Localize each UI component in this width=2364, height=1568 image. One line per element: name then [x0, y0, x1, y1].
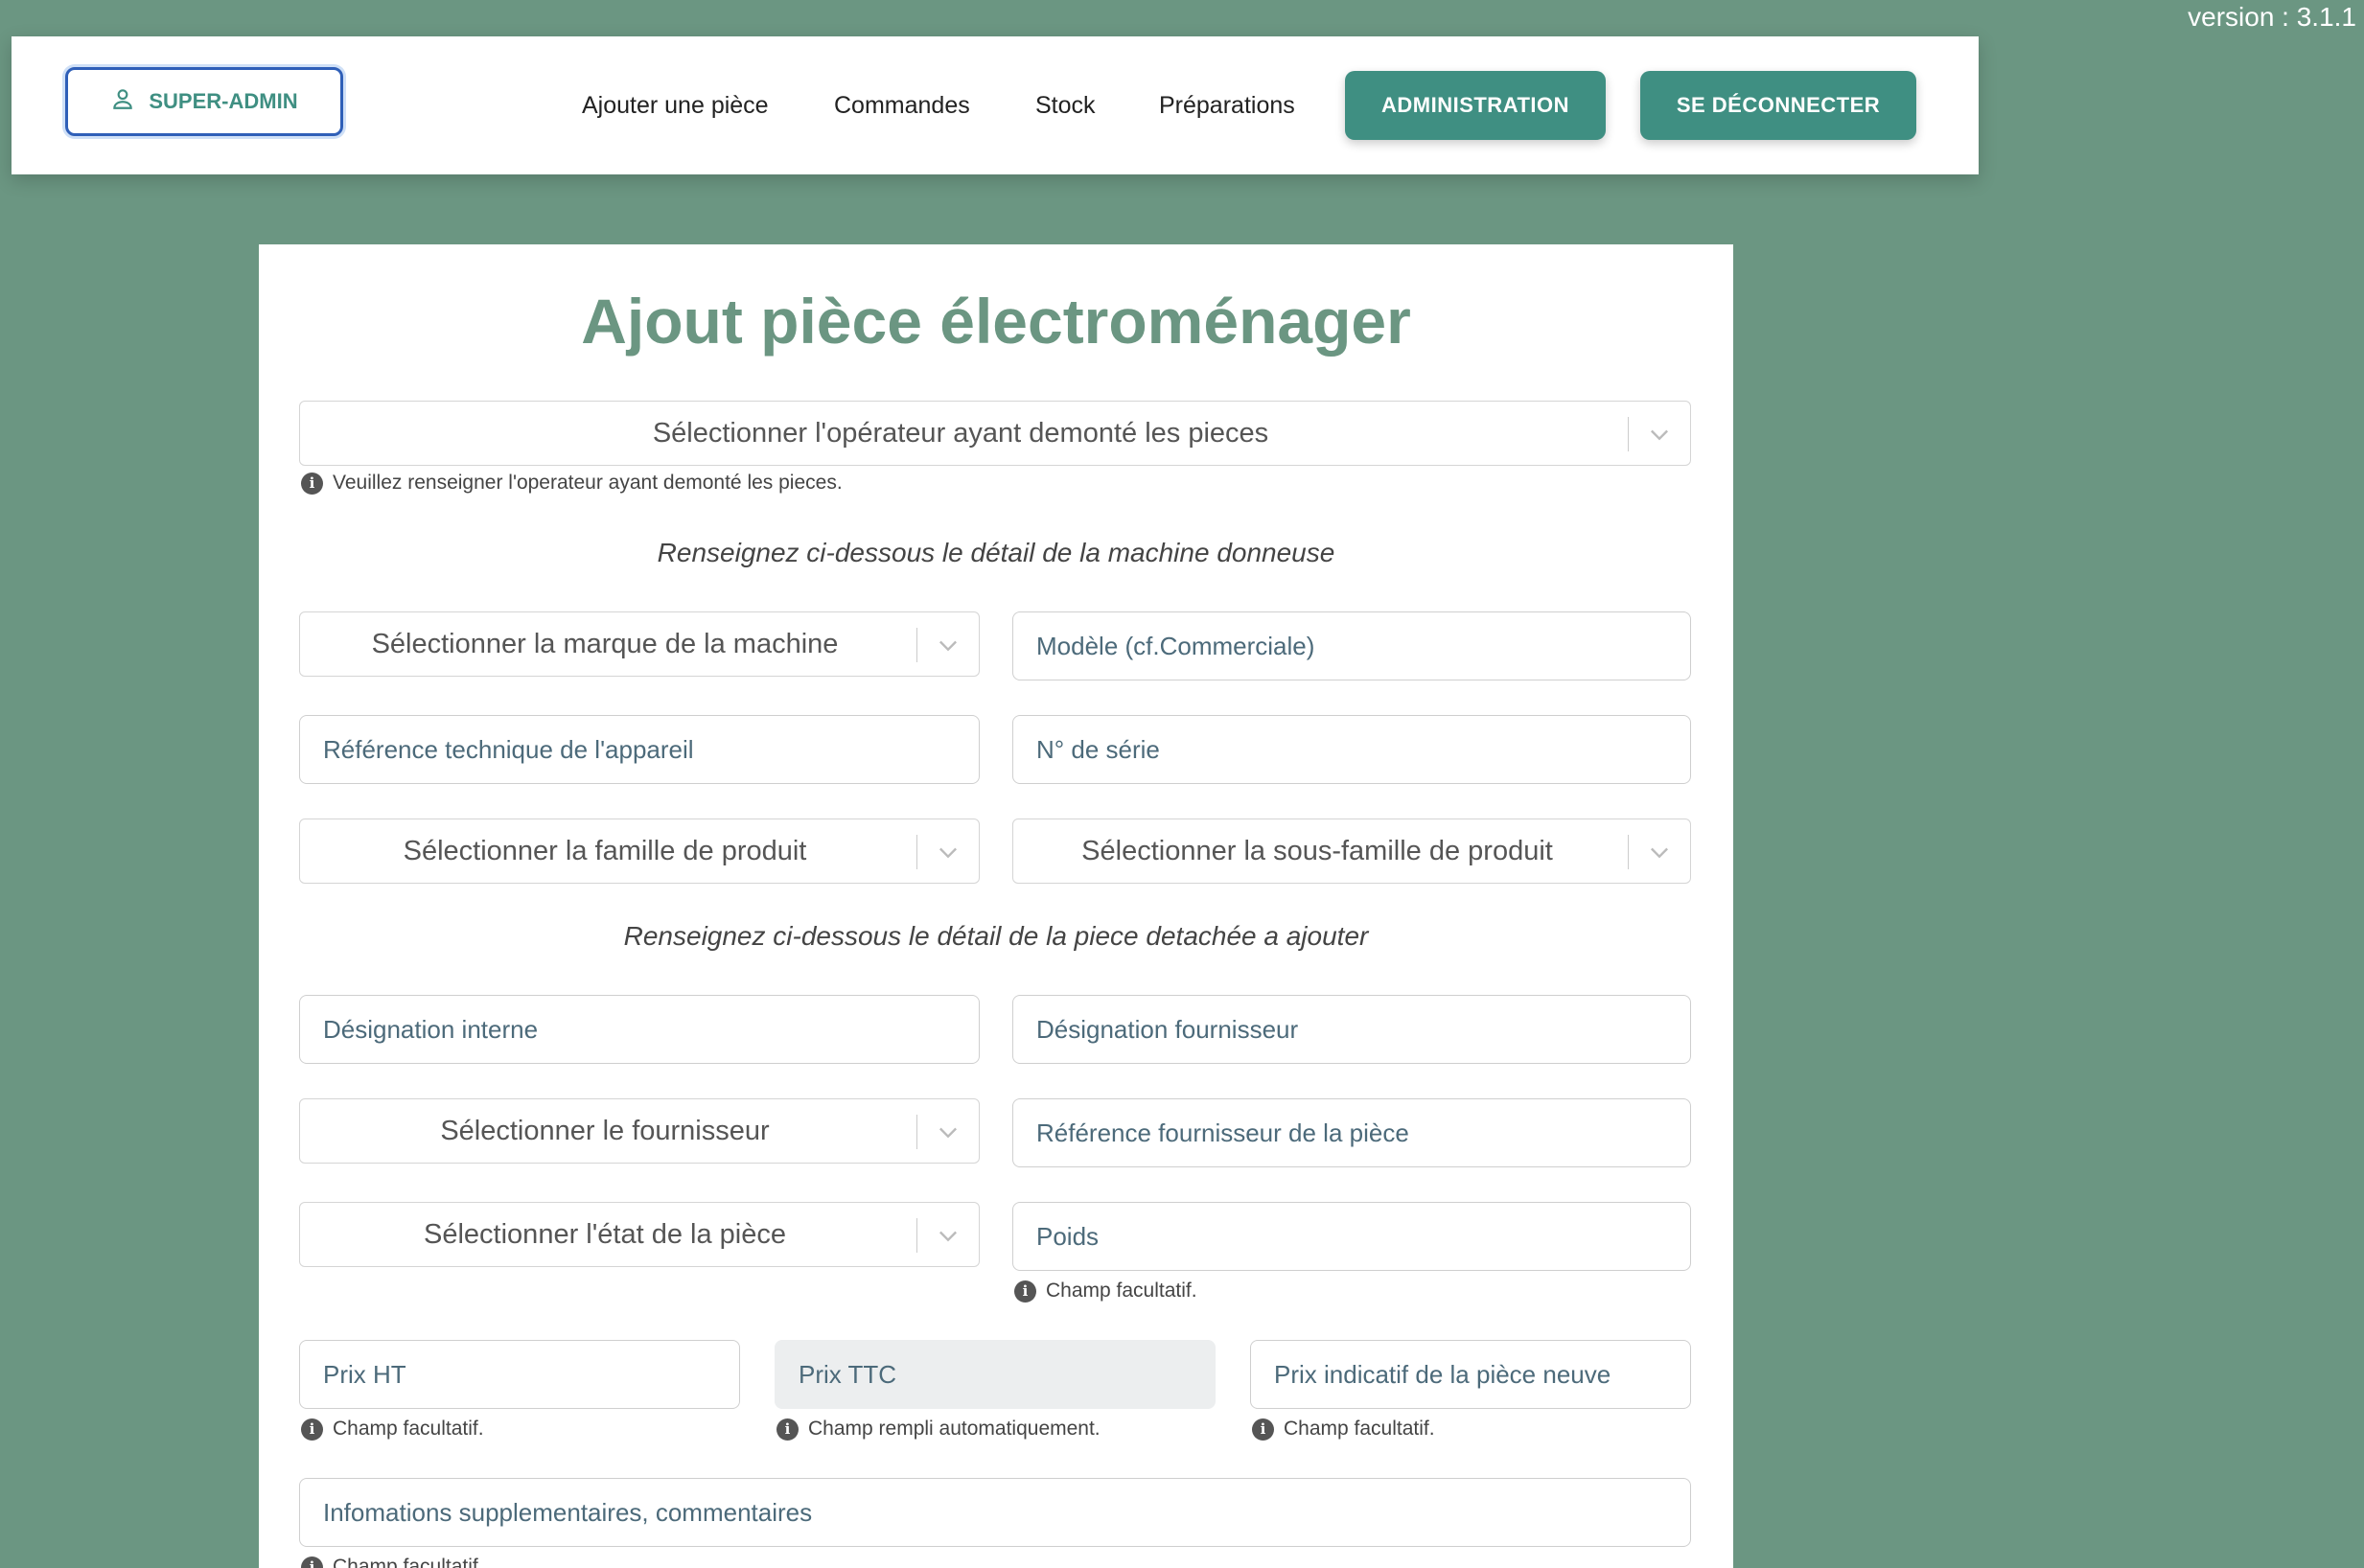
logout-button[interactable]: SE DÉCONNECTER	[1640, 71, 1916, 140]
family-select-label: Sélectionner la famille de produit	[403, 835, 807, 866]
chevron-down-icon	[1651, 429, 1668, 441]
info-icon: i	[1014, 1280, 1036, 1303]
page-title: Ajout pièce électroménager	[581, 286, 1411, 357]
version-label: version : 3.1.1	[2188, 2, 2356, 32]
navbar: SUPER-ADMIN Ajouter une pièce Commandes …	[12, 36, 1979, 174]
add-part-form: Ajout pièce électroménager Sélectionner …	[259, 244, 1733, 1568]
operator-hint-text: Veuillez renseigner l'operateur ayant de…	[333, 472, 843, 494]
operator-hint: i Veuillez renseigner l'operateur ayant …	[301, 472, 843, 495]
price-ttc-hint: i Champ rempli automatiquement.	[776, 1418, 1101, 1441]
family-select[interactable]: Sélectionner la famille de produit	[299, 819, 980, 884]
info-icon: i	[1252, 1418, 1274, 1441]
internal-designation-input[interactable]: Désignation interne	[299, 995, 980, 1064]
comments-hint-text: Champ facultatif.	[333, 1556, 484, 1568]
state-select-label: Sélectionner l'état de la pièce	[424, 1218, 786, 1250]
price-new-hint-text: Champ facultatif.	[1284, 1418, 1435, 1440]
select-separator	[915, 1115, 917, 1149]
comments-hint: i Champ facultatif.	[301, 1556, 484, 1568]
user-role-label: SUPER-ADMIN	[149, 89, 298, 113]
nav-link-preparations[interactable]: Préparations	[1159, 36, 1295, 174]
price-ttc-hint-text: Champ rempli automatiquement.	[808, 1418, 1101, 1440]
user-icon	[110, 86, 135, 117]
supplier-ref-input[interactable]: Référence fournisseur de la pièce	[1012, 1098, 1691, 1167]
brand-select[interactable]: Sélectionner la marque de la machine	[299, 611, 980, 677]
price-ttc-input: Prix TTC	[775, 1340, 1216, 1409]
chevron-down-icon	[939, 1127, 957, 1139]
supplier-designation-input[interactable]: Désignation fournisseur	[1012, 995, 1691, 1064]
chevron-down-icon	[1651, 847, 1668, 859]
price-ht-hint-text: Champ facultatif.	[333, 1418, 484, 1440]
weight-hint: i Champ facultatif.	[1014, 1280, 1197, 1303]
state-select[interactable]: Sélectionner l'état de la pièce	[299, 1202, 980, 1267]
user-account-button[interactable]: SUPER-ADMIN	[65, 67, 343, 136]
machine-section-heading: Renseignez ci-dessous le détail de la ma…	[657, 538, 1335, 567]
info-icon: i	[301, 1418, 323, 1441]
subfamily-select-label: Sélectionner la sous-famille de produit	[1081, 835, 1553, 866]
nav-link-add-part[interactable]: Ajouter une pièce	[582, 36, 769, 174]
price-ht-input[interactable]: Prix HT	[299, 1340, 740, 1409]
info-icon: i	[776, 1418, 799, 1441]
tech-ref-input[interactable]: Référence technique de l'appareil	[299, 715, 980, 784]
supplier-select[interactable]: Sélectionner le fournisseur	[299, 1098, 980, 1164]
select-separator	[915, 835, 917, 869]
price-new-hint: i Champ facultatif.	[1252, 1418, 1435, 1441]
chevron-down-icon	[939, 1231, 957, 1242]
brand-select-label: Sélectionner la marque de la machine	[371, 628, 839, 659]
select-separator	[915, 628, 917, 662]
select-separator	[915, 1218, 917, 1253]
price-ht-hint: i Champ facultatif.	[301, 1418, 484, 1441]
chevron-down-icon	[939, 640, 957, 652]
administration-button[interactable]: ADMINISTRATION	[1345, 71, 1606, 140]
nav-link-stock[interactable]: Stock	[1035, 36, 1096, 174]
select-separator	[1627, 417, 1629, 451]
weight-input[interactable]: Poids	[1012, 1202, 1691, 1271]
supplier-select-label: Sélectionner le fournisseur	[440, 1115, 770, 1146]
chevron-down-icon	[939, 847, 957, 859]
nav-link-orders[interactable]: Commandes	[834, 36, 970, 174]
serial-input[interactable]: N° de série	[1012, 715, 1691, 784]
model-input[interactable]: Modèle (cf.Commerciale)	[1012, 611, 1691, 680]
price-new-input[interactable]: Prix indicatif de la pièce neuve	[1250, 1340, 1691, 1409]
operator-select[interactable]: Sélectionner l'opérateur ayant demonté l…	[299, 401, 1691, 466]
info-icon: i	[301, 472, 323, 495]
page: version : 3.1.1 SUPER-ADMIN Ajouter une …	[0, 0, 2364, 1568]
subfamily-select[interactable]: Sélectionner la sous-famille de produit	[1012, 819, 1691, 884]
weight-hint-text: Champ facultatif.	[1046, 1280, 1197, 1302]
comments-input[interactable]: Infomations supplementaires, commentaire…	[299, 1478, 1691, 1547]
operator-select-label: Sélectionner l'opérateur ayant demonté l…	[652, 417, 1269, 449]
part-section-heading: Renseignez ci-dessous le détail de la pi…	[623, 921, 1369, 951]
select-separator	[1627, 835, 1629, 869]
info-icon: i	[301, 1556, 323, 1568]
